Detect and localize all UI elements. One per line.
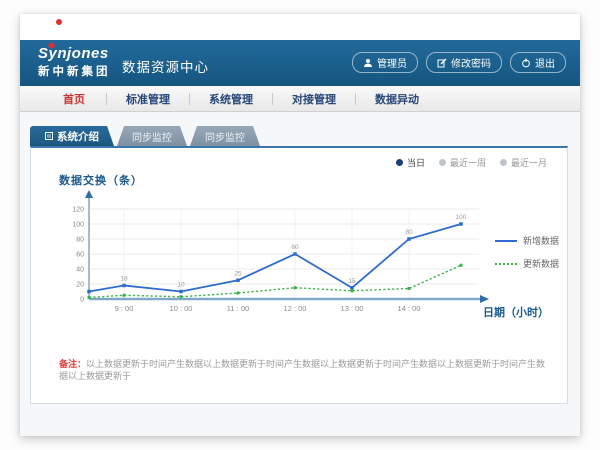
document-icon bbox=[45, 132, 53, 140]
svg-text:20: 20 bbox=[76, 282, 84, 289]
tab-bar: 系统介绍 同步监控 同步监控 bbox=[30, 126, 260, 146]
admin-user-label: 管理员 bbox=[377, 55, 407, 70]
y-axis-title: 数据交换（条） bbox=[59, 172, 143, 188]
svg-text:60: 60 bbox=[291, 244, 299, 251]
change-password-label: 修改密码 bbox=[451, 55, 491, 70]
red-dot bbox=[56, 19, 62, 25]
svg-text:80: 80 bbox=[405, 229, 413, 236]
svg-text:120: 120 bbox=[72, 207, 84, 214]
filter-today[interactable]: 当日 bbox=[396, 156, 425, 169]
blue-line-icon bbox=[495, 240, 517, 242]
filter-label: 当日 bbox=[407, 156, 425, 169]
nav-item-home[interactable]: 首页 bbox=[42, 91, 106, 107]
logout-label: 退出 bbox=[535, 55, 555, 70]
svg-text:15: 15 bbox=[348, 278, 356, 285]
filter-label: 最近一周 bbox=[450, 156, 486, 169]
tab-sync-monitor-2[interactable]: 同步监控 bbox=[190, 126, 260, 146]
legend-updated-data: 更新数据 bbox=[495, 257, 559, 270]
series-legend: 新增数据 更新数据 bbox=[495, 234, 559, 270]
svg-text:80: 80 bbox=[76, 237, 84, 244]
user-icon bbox=[363, 58, 373, 68]
radio-dot-icon bbox=[500, 159, 507, 166]
svg-text:10: 10 bbox=[177, 282, 185, 289]
nav-item-data-change[interactable]: 数据异动 bbox=[356, 91, 438, 107]
content-area: 系统介绍 同步监控 同步监控 当日 最近一周 bbox=[20, 112, 580, 436]
nav-item-interface-mgmt[interactable]: 对接管理 bbox=[273, 91, 355, 107]
filter-label: 最近一月 bbox=[511, 156, 547, 169]
svg-text:9 : 00: 9 : 00 bbox=[115, 304, 134, 313]
svg-text:100: 100 bbox=[72, 222, 84, 229]
footnote: 备注：以上数据更新于时间产生数据以上数据更新于时间产生数据以上数据更新于时间产生… bbox=[59, 359, 549, 382]
filter-last-week[interactable]: 最近一周 bbox=[439, 156, 486, 169]
svg-text:12 : 00: 12 : 00 bbox=[284, 304, 307, 313]
nav-item-standard-mgmt[interactable]: 标准管理 bbox=[107, 91, 189, 107]
svg-text:11 : 00: 11 : 00 bbox=[227, 304, 249, 313]
svg-text:40: 40 bbox=[76, 267, 84, 274]
footnote-text: 以上数据更新于时间产生数据以上数据更新于时间产生数据以上数据更新于时间产生数据以… bbox=[59, 359, 545, 381]
admin-user-button[interactable]: 管理员 bbox=[352, 52, 418, 73]
svg-text:10 : 00: 10 : 00 bbox=[170, 304, 193, 313]
green-dotted-line-icon bbox=[495, 263, 517, 265]
footnote-prefix: 备注： bbox=[59, 359, 86, 369]
logo: Synjones 新中新集团 bbox=[38, 45, 111, 79]
legend-new-data: 新增数据 bbox=[495, 234, 559, 247]
main-nav: 首页 标准管理 系统管理 对接管理 数据异动 bbox=[20, 86, 580, 112]
change-password-button[interactable]: 修改密码 bbox=[426, 52, 502, 73]
logo-text-cn: 新中新集团 bbox=[38, 63, 111, 79]
x-axis-title: 日期（小时） bbox=[483, 304, 549, 320]
tab-label: 同步监控 bbox=[205, 129, 245, 144]
logo-text-en: Synjones bbox=[38, 45, 111, 62]
radio-dot-icon bbox=[439, 159, 446, 166]
header-buttons: 管理员 修改密码 退出 bbox=[352, 52, 566, 73]
line-chart: 0 20 40 60 80 100 120 9 : 00 10 : 00 11 : 00 12 : … bbox=[59, 190, 489, 332]
tab-label: 同步监控 bbox=[132, 129, 172, 144]
svg-text:14 : 00: 14 : 00 bbox=[398, 304, 421, 313]
tab-system-intro[interactable]: 系统介绍 bbox=[30, 126, 114, 146]
tab-label: 系统介绍 bbox=[57, 129, 99, 144]
svg-text:13 : 00: 13 : 00 bbox=[341, 304, 364, 313]
app-window: Synjones 新中新集团 数据资源中心 管理员 修改密码 退出 首页 标准管… bbox=[20, 14, 580, 436]
tab-sync-monitor-1[interactable]: 同步监控 bbox=[117, 126, 187, 146]
svg-text:60: 60 bbox=[76, 252, 84, 259]
svg-text:18: 18 bbox=[120, 276, 128, 283]
app-header: Synjones 新中新集团 数据资源中心 管理员 修改密码 退出 bbox=[20, 40, 580, 86]
legend-label: 更新数据 bbox=[523, 257, 559, 270]
svg-text:0: 0 bbox=[80, 297, 84, 304]
power-icon bbox=[521, 58, 531, 68]
window-chrome bbox=[20, 14, 580, 40]
nav-item-system-mgmt[interactable]: 系统管理 bbox=[190, 91, 272, 107]
radio-dot-icon bbox=[396, 159, 403, 166]
time-range-filters: 当日 最近一周 最近一月 bbox=[396, 156, 547, 169]
edit-icon bbox=[437, 58, 447, 68]
page-title: 数据资源中心 bbox=[122, 56, 209, 76]
svg-text:25: 25 bbox=[234, 270, 242, 277]
svg-text:100: 100 bbox=[456, 214, 467, 221]
filter-last-month[interactable]: 最近一月 bbox=[500, 156, 547, 169]
chart-card: 当日 最近一周 最近一月 数据交换（条） 0 20 40 60 80 100 120 9 : … bbox=[30, 146, 568, 404]
logout-button[interactable]: 退出 bbox=[510, 52, 566, 73]
legend-label: 新增数据 bbox=[523, 234, 559, 247]
